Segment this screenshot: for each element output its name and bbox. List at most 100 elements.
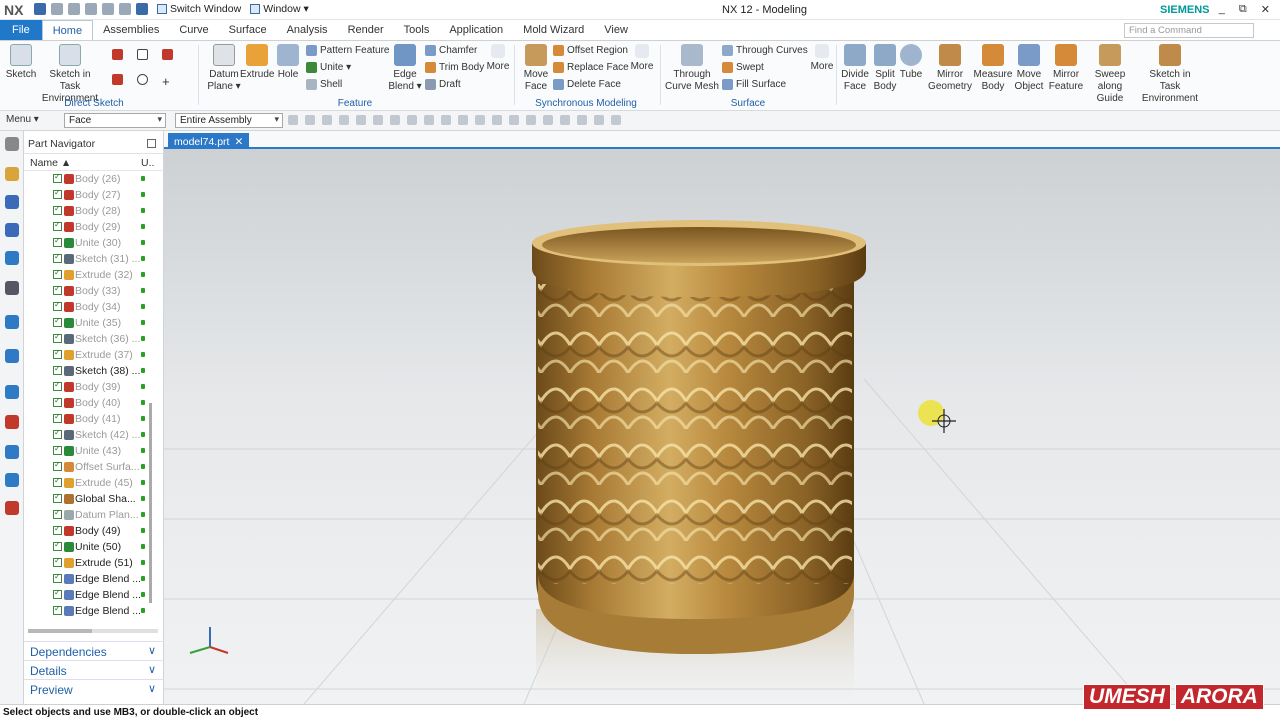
visibility-checkbox[interactable] [53,380,62,391]
mirror-geometry-button[interactable]: Mirror Geometry [928,43,972,93]
visibility-checkbox[interactable] [53,172,62,183]
sketch-task-env-button[interactable]: Sketch in Task Environment [1140,43,1200,105]
tree-item[interactable]: Body (29) [24,219,154,235]
sweep-along-guide-button[interactable]: Sweep along Guide [1084,43,1136,105]
swept-button[interactable]: Swept [722,62,764,73]
tree-item[interactable]: Extrude (51) [24,555,154,571]
tab-assemblies[interactable]: Assemblies [93,20,169,40]
tree-item[interactable]: Body (28) [24,203,154,219]
visibility-checkbox[interactable] [53,332,62,343]
point-snap-icon[interactable] [339,115,349,125]
visibility-checkbox[interactable] [53,524,62,535]
surface-more-button[interactable]: More [808,43,836,73]
visibility-checkbox[interactable] [53,476,62,487]
tab-render[interactable]: Render [338,20,394,40]
visibility-checkbox[interactable] [53,588,62,599]
visibility-checkbox[interactable] [53,300,62,311]
visibility-checkbox[interactable] [53,492,62,503]
tree-item[interactable]: Body (27) [24,187,154,203]
tree-item[interactable]: Body (40) [24,395,154,411]
profile-icon[interactable] [112,49,123,60]
copy-icon[interactable] [102,3,114,15]
tree-item[interactable]: Unite (30) [24,235,154,251]
edge-blend-button[interactable]: Edge Blend ▾ [388,43,422,93]
visibility-checkbox[interactable] [53,268,62,279]
visibility-checkbox[interactable] [53,348,62,359]
view-manager-icon[interactable] [5,281,19,295]
existing-point-icon[interactable] [458,115,468,125]
replace-face-button[interactable]: Replace Face [553,62,629,73]
tree-item[interactable]: Global Sha... [24,491,154,507]
visibility-checkbox[interactable] [53,188,62,199]
delete-face-button[interactable]: Delete Face [553,79,621,90]
select-all-icon[interactable] [322,115,332,125]
visibility-checkbox[interactable] [53,364,62,375]
divide-face-button[interactable]: Divide Face [840,43,870,93]
undo-icon[interactable] [51,3,63,15]
tree-item[interactable]: Sketch (31) ... [24,251,154,267]
redo-icon[interactable] [68,3,80,15]
intersection-icon[interactable] [407,115,417,125]
offset-region-button[interactable]: Offset Region [553,45,628,56]
move-face-button[interactable]: Move Face [520,43,552,93]
tree-item[interactable]: Datum Plan... [24,507,154,523]
midpoint-icon[interactable] [373,115,383,125]
hole-button[interactable]: Hole [276,43,300,81]
through-curves-button[interactable]: Through Curves [722,45,808,56]
visibility-checkbox[interactable] [53,236,62,247]
vertical-scrollbar[interactable] [149,403,152,603]
visibility-checkbox[interactable] [53,284,62,295]
tab-curve[interactable]: Curve [169,20,218,40]
tab-home[interactable]: Home [41,20,94,40]
graphics-viewport[interactable] [164,149,1280,704]
visibility-checkbox[interactable] [53,460,62,471]
tab-application[interactable]: Application [439,20,513,40]
quadrant-icon[interactable] [441,115,451,125]
paste-icon[interactable] [119,3,131,15]
switch-window-button[interactable]: Switch Window [157,3,241,15]
tree-item[interactable]: Edge Blend ... [24,587,154,603]
restore-button[interactable]: ⧉ [1239,3,1247,16]
view-fit-icon[interactable] [526,115,536,125]
point-on-face-icon[interactable] [492,115,502,125]
tree-item[interactable]: Offset Surfa... [24,459,154,475]
part-navigator-icon[interactable] [5,223,19,237]
visibility-checkbox[interactable] [53,220,62,231]
tab-mold-wizard[interactable]: Mold Wizard [513,20,594,40]
arc-icon[interactable] [112,74,123,85]
sketch-button[interactable]: Sketch [4,43,38,81]
tree-item[interactable]: Body (39) [24,379,154,395]
save-icon[interactable] [34,3,46,15]
preview-panel[interactable]: Preview ∨ [24,679,164,698]
move-object-button[interactable]: Move Object [1014,43,1044,93]
rectangle-icon[interactable] [137,49,148,60]
orient-view-icon[interactable] [577,115,587,125]
rotate-icon[interactable] [560,115,570,125]
details-panel[interactable]: Details ∨ [24,660,164,679]
tab-analysis[interactable]: Analysis [277,20,338,40]
constraint-navigator-icon[interactable] [5,195,19,209]
point-on-curve-icon[interactable] [475,115,485,125]
visibility-checkbox[interactable] [53,604,62,615]
control-point-icon[interactable] [390,115,400,125]
unite-button[interactable]: Unite ▾ [306,62,351,73]
visibility-checkbox[interactable] [53,540,62,551]
visibility-checkbox[interactable] [53,572,62,583]
tree-item[interactable]: Edge Blend ... [24,571,154,587]
window-menu-button[interactable]: Window ▾ [250,3,309,15]
close-tab-icon[interactable]: ✕ [234,136,243,148]
visibility-checkbox[interactable] [53,444,62,455]
visibility-checkbox[interactable] [53,316,62,327]
command-search-input[interactable]: Find a Command [1124,23,1254,38]
visibility-checkbox[interactable] [53,396,62,407]
tab-view[interactable]: View [594,20,638,40]
extrude-button[interactable]: Extrude [240,43,274,81]
vase-model[interactable] [532,220,866,704]
tree-item[interactable]: Sketch (42) ... [24,427,154,443]
visibility-checkbox[interactable] [53,252,62,263]
measure-body-button[interactable]: Measure Body [973,43,1013,93]
system-materials-icon[interactable] [5,473,19,487]
point-icon[interactable]: + [162,74,170,89]
tube-button[interactable]: Tube [898,43,924,81]
model-file-tab[interactable]: model74.prt ✕ [168,133,250,149]
